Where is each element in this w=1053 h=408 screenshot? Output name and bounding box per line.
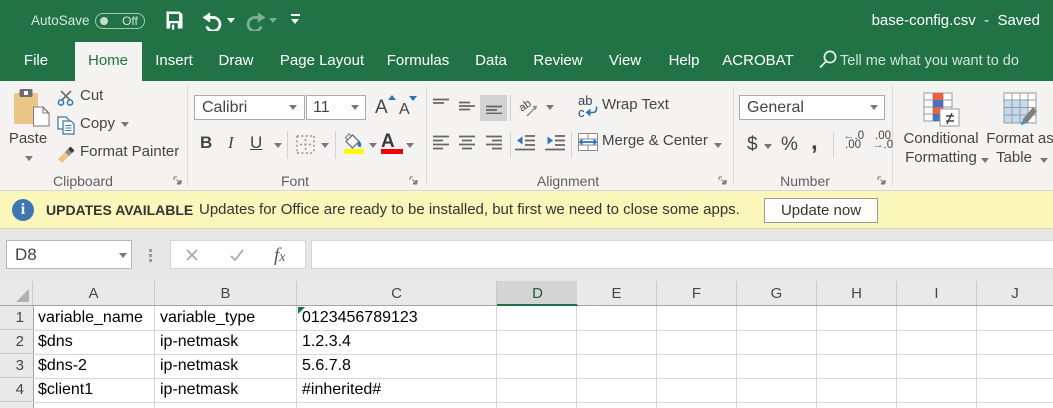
svg-text:c: c <box>578 105 585 119</box>
